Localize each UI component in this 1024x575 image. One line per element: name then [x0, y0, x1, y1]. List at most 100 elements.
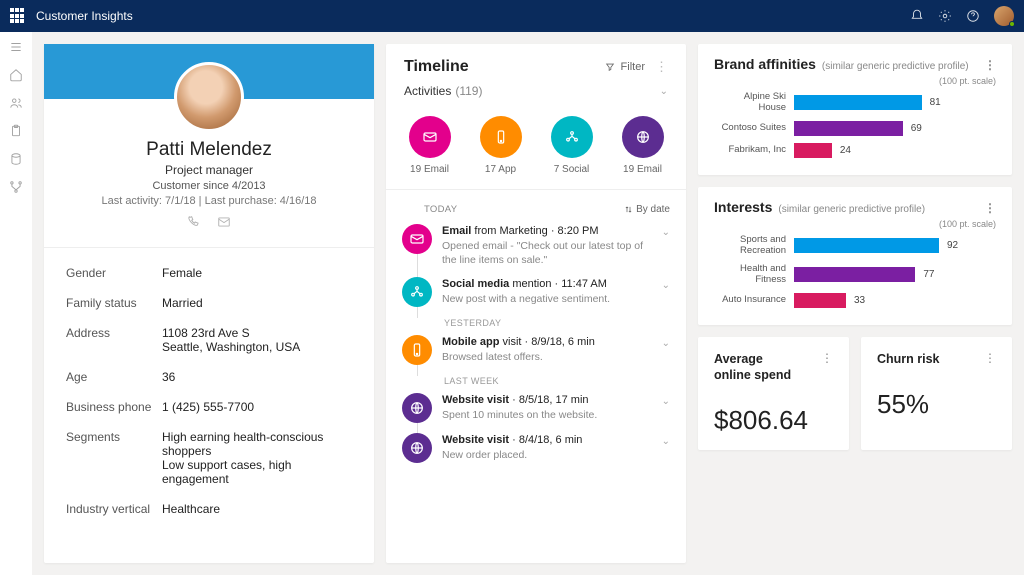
clipboard-icon[interactable]: [9, 124, 23, 138]
card-menu-icon[interactable]: ⋮: [984, 58, 996, 72]
category-item[interactable]: 7 Social: [551, 116, 593, 175]
timeline-item[interactable]: Website visit · 8/4/18, 6 minNew order p…: [402, 428, 670, 468]
card-menu-icon[interactable]: ⋮: [821, 351, 833, 384]
brand-affinities-card: Brand affinities (similar generic predic…: [698, 44, 1012, 175]
timeline-item[interactable]: Email from Marketing · 8:20 PM Opened ema…: [402, 219, 670, 272]
detail-row: Age36: [66, 362, 352, 392]
timeline-item-title: Website visit · 8/5/18, 17 min: [442, 394, 652, 406]
bar-value: 77: [923, 269, 934, 280]
profile-photo: [174, 62, 244, 132]
bar-fill: [794, 238, 939, 253]
churn-title: Churn risk: [877, 351, 940, 367]
category-label: 19 Email: [622, 164, 664, 175]
social-icon: [402, 277, 432, 307]
chevron-down-icon[interactable]: ⌄: [660, 86, 668, 97]
category-label: 17 App: [480, 164, 522, 175]
section-label: YESTERDAY: [444, 318, 670, 328]
globe-icon: [402, 433, 432, 463]
section-label: TODAY: [424, 204, 457, 215]
bar-fill: [794, 121, 903, 136]
brand-subtitle: (similar generic predictive profile): [822, 61, 969, 72]
people-icon[interactable]: [9, 96, 23, 110]
category-item[interactable]: 19 Email: [409, 116, 451, 175]
bar-label: Contoso Suites: [714, 123, 794, 134]
timeline-item[interactable]: Website visit · 8/5/18, 17 min Spent 10 m…: [402, 388, 670, 428]
phone-icon: [402, 335, 432, 365]
profile-since: Customer since 4/2013: [54, 180, 364, 192]
activities-label: Activities: [404, 84, 451, 98]
menu-icon[interactable]: [9, 40, 23, 54]
detail-label: Gender: [66, 266, 162, 280]
chevron-down-icon[interactable]: ⌄: [662, 227, 670, 238]
user-avatar[interactable]: [994, 6, 1014, 26]
interests-subtitle: (similar generic predictive profile): [778, 204, 925, 215]
category-item[interactable]: 19 Email: [622, 116, 664, 175]
chevron-down-icon[interactable]: ⌄: [662, 338, 670, 349]
detail-label: Age: [66, 370, 162, 384]
model-icon[interactable]: [9, 180, 23, 194]
bar-fill: [794, 95, 922, 110]
bar-fill: [794, 143, 832, 158]
bar-value: 33: [854, 295, 865, 306]
globe-icon: [622, 116, 664, 158]
bar-fill: [794, 293, 846, 308]
apps-launcher-icon[interactable]: [10, 8, 26, 24]
mail-icon[interactable]: [217, 215, 231, 229]
bar-value: 24: [840, 145, 851, 156]
help-icon[interactable]: [966, 9, 980, 23]
sidenav: [0, 32, 32, 575]
card-menu-icon[interactable]: ⋮: [655, 59, 668, 75]
bar-value: 92: [947, 240, 958, 251]
bar-label: Auto Insurance: [714, 295, 794, 306]
interests-title: Interests: [714, 199, 772, 215]
gear-icon[interactable]: [938, 9, 952, 23]
detail-row: Address1108 23rd Ave SSeattle, Washingto…: [66, 318, 352, 362]
detail-label: Address: [66, 326, 162, 354]
card-menu-icon[interactable]: ⋮: [984, 201, 996, 215]
timeline-item-sub: Spent 10 minutes on the website.: [442, 408, 652, 422]
detail-value: Married: [162, 296, 352, 310]
globe-icon: [402, 393, 432, 423]
chevron-down-icon[interactable]: ⌄: [662, 396, 670, 407]
bar-fill: [794, 267, 915, 282]
interests-card: Interests (similar generic predictive pr…: [698, 187, 1012, 325]
timeline-title: Timeline: [404, 58, 469, 76]
timeline-item-sub: Opened email - "Check out our latest top…: [442, 239, 652, 267]
detail-label: Family status: [66, 296, 162, 310]
bell-icon[interactable]: [910, 9, 924, 23]
churn-risk-card: Churn risk ⋮ 55%: [861, 337, 1012, 451]
detail-row: SegmentsHigh earning health-conscious sh…: [66, 422, 352, 494]
timeline-item-sub: New order placed.: [442, 448, 652, 462]
category-item[interactable]: 17 App: [480, 116, 522, 175]
bar-row: Sports andRecreation 92: [714, 235, 996, 257]
timeline-item[interactable]: Mobile app visit · 8/9/18, 6 minBrowsed …: [402, 330, 670, 370]
bar-row: Contoso Suites69: [714, 121, 996, 136]
phone-icon[interactable]: [187, 215, 201, 229]
profile-role: Project manager: [54, 163, 364, 177]
timeline-item-title: Email from Marketing · 8:20 PM: [442, 225, 652, 237]
chevron-down-icon[interactable]: ⌄: [662, 436, 670, 447]
bar-row: Fabrikam, Inc24: [714, 143, 996, 158]
filter-button[interactable]: Filter: [605, 61, 645, 73]
detail-label: Segments: [66, 430, 162, 486]
timeline-item-title: Social media mention · 11:47 AM: [442, 278, 652, 290]
detail-value: 1 (425) 555-7700: [162, 400, 352, 414]
avg-spend-value: $806.64: [714, 405, 833, 436]
sort-button[interactable]: By date: [624, 204, 670, 215]
mail-icon: [402, 224, 432, 254]
bar-value: 81: [930, 97, 941, 108]
brand-title: Brand affinities: [714, 56, 816, 72]
database-icon[interactable]: [9, 152, 23, 166]
bar-label: Sports andRecreation: [714, 235, 794, 257]
card-menu-icon[interactable]: ⋮: [984, 351, 996, 367]
churn-value: 55%: [877, 389, 996, 420]
chevron-down-icon[interactable]: ⌄: [662, 280, 670, 291]
timeline-item[interactable]: Social media mention · 11:47 AMNew post …: [402, 272, 670, 312]
profile-activity: Last activity: 7/1/18 | Last purchase: 4…: [54, 195, 364, 207]
home-icon[interactable]: [9, 68, 23, 82]
profile-details: GenderFemaleFamily statusMarriedAddress1…: [44, 247, 374, 534]
bar-label: Alpine Ski House: [714, 92, 794, 114]
filter-icon: [605, 62, 615, 72]
phone-icon: [480, 116, 522, 158]
detail-value: 36: [162, 370, 352, 384]
